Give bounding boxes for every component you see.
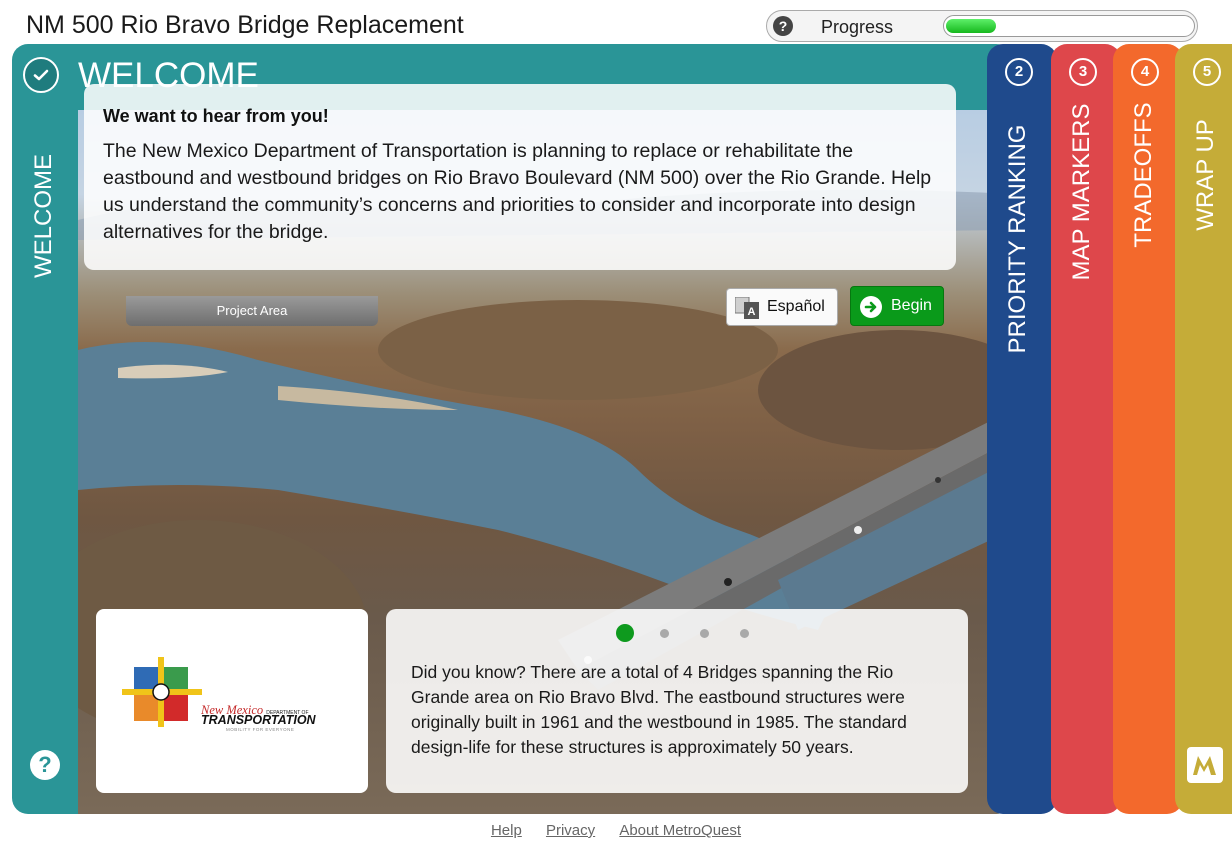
page-title: NM 500 Rio Bravo Bridge Replacement <box>26 11 464 39</box>
intro-heading: We want to hear from you! <box>103 106 329 126</box>
help-link[interactable]: Help <box>491 822 522 839</box>
progress-bar-fill <box>946 19 996 33</box>
fact-text: Did you know? There are a total of 4 Bri… <box>411 662 907 757</box>
tab-label: TRADEOFFS <box>1130 102 1157 248</box>
espanol-label: Español <box>767 298 825 315</box>
tab-wrap-up[interactable]: 5 WRAP UP <box>1175 44 1232 814</box>
tab-map-markers[interactable]: 3 MAP MARKERS <box>1051 44 1121 814</box>
step-number: 4 <box>1131 58 1159 86</box>
privacy-link[interactable]: Privacy <box>546 822 595 839</box>
step-number: 3 <box>1069 58 1097 86</box>
intro-body: The New Mexico Department of Transportat… <box>103 140 932 243</box>
carousel-dots <box>616 623 756 643</box>
logo-tagline: MOBILITY FOR EVERYONE <box>226 727 295 732</box>
carousel-dot[interactable] <box>660 629 669 638</box>
tab-priority-ranking[interactable]: 2 PRIORITY RANKING <box>987 44 1057 814</box>
progress-bar <box>943 15 1195 37</box>
metroquest-logo-icon <box>1187 747 1223 783</box>
carousel-dot[interactable] <box>616 624 634 642</box>
welcome-side-label: WELCOME <box>30 153 57 279</box>
tab-tradeoffs[interactable]: 4 TRADEOFFS <box>1113 44 1183 814</box>
check-icon <box>23 57 59 93</box>
help-icon[interactable]: ? <box>30 750 60 780</box>
arrow-right-icon <box>860 296 882 318</box>
begin-button[interactable]: Begin <box>850 286 944 326</box>
carousel-dot[interactable] <box>740 629 749 638</box>
help-icon[interactable]: ? <box>773 16 793 36</box>
carousel-dot[interactable] <box>700 629 709 638</box>
logo-text: TRANSPORTATION <box>201 713 316 727</box>
about-metroquest-link[interactable]: About MetroQuest <box>619 822 741 839</box>
svg-text:A: A <box>748 306 756 318</box>
tab-label: PRIORITY RANKING <box>1004 124 1031 354</box>
tab-label: MAP MARKERS <box>1068 103 1095 281</box>
tab-label: WRAP UP <box>1192 119 1219 231</box>
fact-card: Did you know? There are a total of 4 Bri… <box>386 609 968 793</box>
project-area-tab[interactable]: Project Area <box>126 296 378 326</box>
intro-card: We want to hear from you! The New Mexico… <box>84 84 956 270</box>
step-number: 2 <box>1005 58 1033 86</box>
step-number: 5 <box>1193 58 1221 86</box>
espanol-button[interactable]: A Español <box>726 288 838 326</box>
progress-label: Progress <box>821 17 894 37</box>
translate-icon: A <box>735 297 759 319</box>
progress-widget: ? Progress <box>766 10 1198 42</box>
nmdot-logo-card: New Mexico DEPARTMENT OF TRANSPORTATION … <box>96 609 368 793</box>
begin-label: Begin <box>891 297 932 314</box>
footer: Help Privacy About MetroQuest <box>0 822 1232 839</box>
zia-logo-icon <box>122 657 202 727</box>
